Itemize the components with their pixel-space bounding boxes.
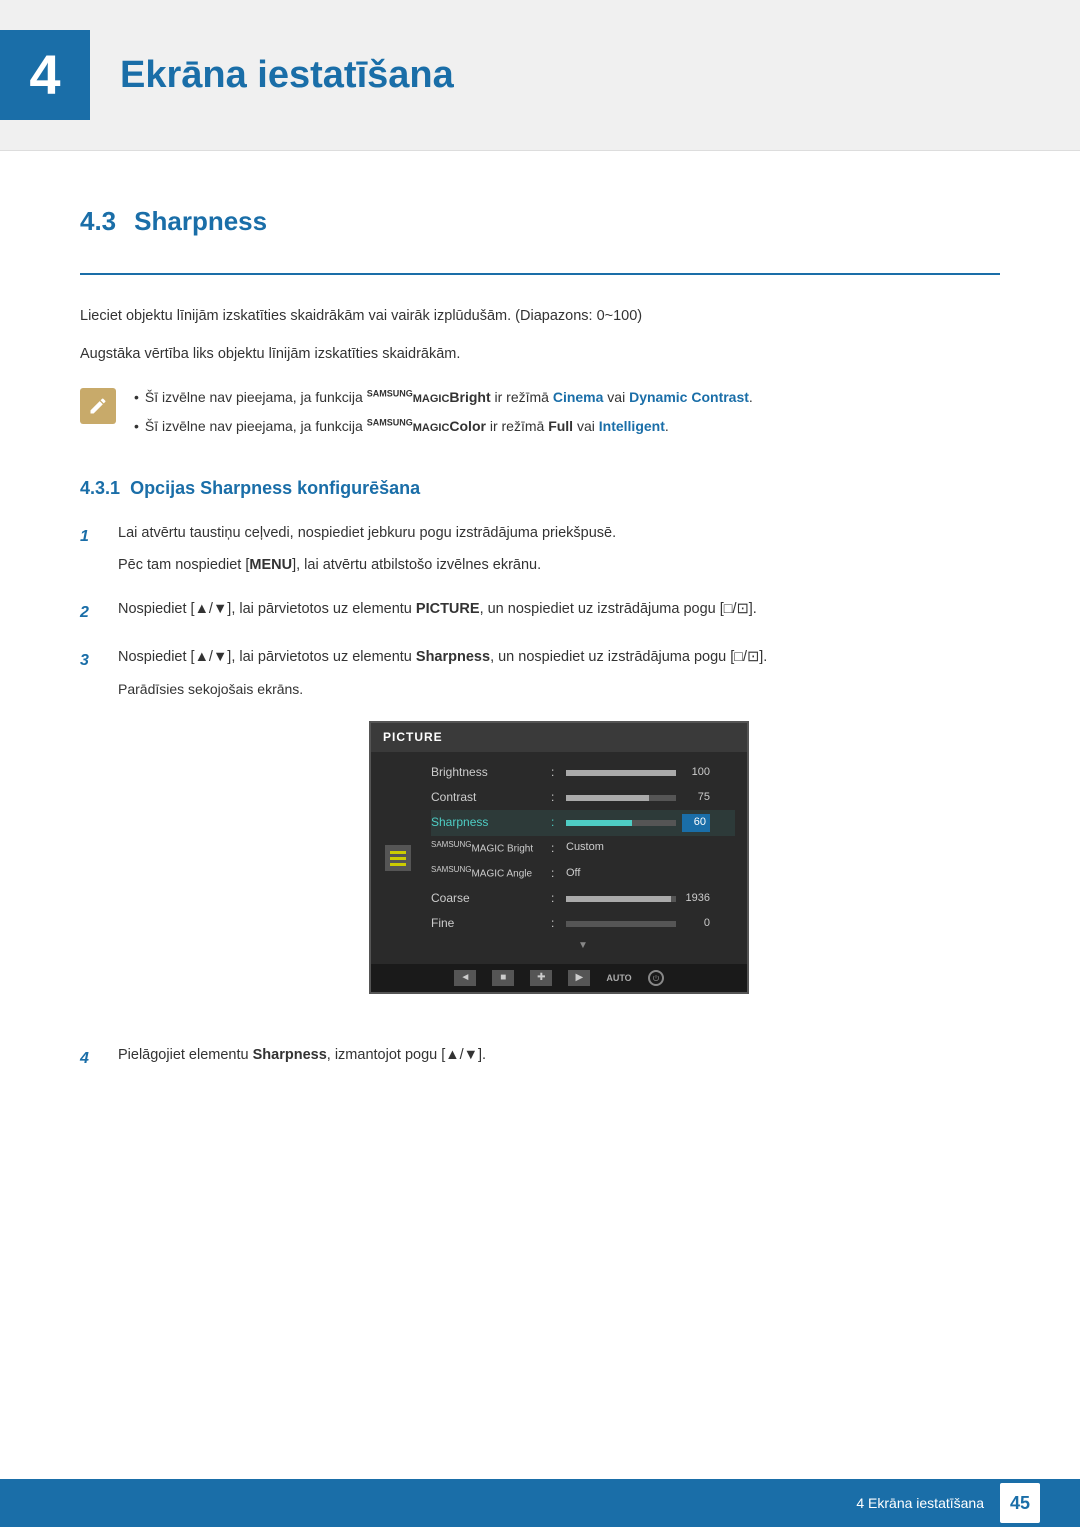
- step-content-2: Nospiediet [▲/▼], lai pārvietotos uz ele…: [118, 598, 1000, 622]
- menu-row-brightness: Brightness : 100: [431, 760, 735, 785]
- menu-bar-fine: 0: [566, 915, 735, 933]
- bar-track-coarse: [566, 896, 676, 902]
- step-item-3: 3 Nospiediet [▲/▼], lai pārvietotos uz e…: [80, 646, 1000, 1025]
- bar-value-fine: 0: [682, 915, 710, 933]
- menu-bar-contrast: 75: [566, 789, 735, 807]
- bar-track-fine: [566, 921, 676, 927]
- chapter-title: Ekrāna iestatīšana: [120, 45, 454, 106]
- menu-label-sharpness: Sharpness: [431, 813, 551, 832]
- step-item-4: 4 Pielāgojiet elementu Sharpness, izmant…: [80, 1044, 1000, 1072]
- screen-container: PICTURE: [118, 721, 1000, 995]
- bar-fill-contrast: [566, 795, 649, 801]
- ctrl-power: [648, 970, 664, 986]
- icon-bar-2: [390, 857, 406, 860]
- bar-track-contrast: [566, 795, 676, 801]
- menu-row-contrast: Contrast : 75: [431, 785, 735, 810]
- footer-chapter-text: 4 Ekrāna iestatīšana: [856, 1492, 984, 1514]
- bar-fill-coarse: [566, 896, 671, 902]
- step-number-2: 2: [80, 600, 98, 626]
- ctrl-forward: ▶: [568, 970, 590, 986]
- bar-value-contrast: 75: [682, 789, 710, 807]
- step-item-2: 2 Nospiediet [▲/▼], lai pārvietotos uz e…: [80, 598, 1000, 626]
- ctrl-auto: AUTO: [606, 971, 631, 985]
- note-line-2: Šī izvēlne nav pieejama, ja funkcija SAM…: [134, 415, 1000, 438]
- step-number-4: 4: [80, 1046, 98, 1072]
- bar-value-sharpness: 60: [682, 814, 710, 832]
- chapter-number-block: 4: [0, 30, 90, 120]
- steps-list: 1 Lai atvērtu taustiņu ceļvedi, nospiedi…: [80, 522, 1000, 1072]
- page-footer: 4 Ekrāna iestatīšana 45: [0, 1479, 1080, 1527]
- menu-bar-sharpness: 60: [566, 814, 735, 832]
- note-icon: [80, 388, 116, 424]
- bar-value-coarse: 1936: [682, 890, 710, 908]
- ctrl-black: ■: [492, 970, 514, 986]
- intro-text-2: Augstāka vērtība liks objektu līnijām iz…: [80, 343, 1000, 367]
- bar-value-brightness: 100: [682, 764, 710, 782]
- monitor-title-bar: PICTURE: [371, 723, 747, 752]
- section-divider: [80, 273, 1000, 275]
- menu-bar-coarse: 1936: [566, 890, 735, 908]
- scroll-indicator: ▼: [431, 938, 735, 954]
- menu-side-icon: [385, 845, 411, 871]
- menu-value-magic-angle: Off: [566, 865, 735, 883]
- step-text-1: Lai atvērtu taustiņu ceļvedi, nospiediet…: [118, 522, 1000, 546]
- pencil-icon: [88, 396, 108, 416]
- menu-row-coarse: Coarse : 1936: [431, 886, 735, 911]
- step-number-3: 3: [80, 648, 98, 674]
- step-text-3: Nospiediet [▲/▼], lai pārvietotos uz ele…: [118, 646, 1000, 670]
- menu-label-coarse: Coarse: [431, 889, 551, 908]
- ctrl-plus: ✚: [530, 970, 552, 986]
- icon-bar-3: [390, 863, 406, 866]
- monitor-screen: PICTURE: [369, 721, 749, 995]
- note-lines: Šī izvēlne nav pieejama, ja funkcija SAM…: [134, 386, 1000, 443]
- subsection-heading: 4.3.1 Opcijas Sharpness konfigurēšana: [80, 474, 1000, 503]
- chapter-number: 4: [29, 47, 60, 103]
- step-number-1: 1: [80, 524, 98, 550]
- note-line-1: Šī izvēlne nav pieejama, ja funkcija SAM…: [134, 386, 1000, 409]
- ctrl-back: ◄: [454, 970, 476, 986]
- intro-text-1: Lieciet objektu līnijām izskatīties skai…: [80, 305, 1000, 329]
- step-text-2: Nospiediet [▲/▼], lai pārvietotos uz ele…: [118, 598, 1000, 622]
- bar-track-brightness: [566, 770, 676, 776]
- power-icon: [652, 974, 660, 982]
- icon-bar-1: [390, 851, 406, 854]
- menu-bar-brightness: 100: [566, 764, 735, 782]
- menu-row-sharpness: Sharpness : 60: [431, 810, 735, 835]
- menu-row-magic-angle: SAMSUNGMAGIC Angle : Off: [431, 861, 735, 886]
- bar-fill-brightness: [566, 770, 676, 776]
- step-content-4: Pielāgojiet elementu Sharpness, izmantoj…: [118, 1044, 1000, 1068]
- step-sub-3: Parādīsies sekojošais ekrāns.: [118, 678, 1000, 701]
- step-content-3: Nospiediet [▲/▼], lai pārvietotos uz ele…: [118, 646, 1000, 1025]
- monitor-controls: ◄ ■ ✚ ▶ AUTO: [371, 964, 747, 992]
- menu-label-contrast: Contrast: [431, 788, 551, 807]
- menu-row-fine: Fine : 0: [431, 911, 735, 936]
- section-heading: 4.3 Sharpness: [80, 201, 1000, 243]
- monitor-body: Brightness : 100: [371, 752, 747, 964]
- page-header: 4 Ekrāna iestatīšana: [0, 0, 1080, 151]
- bar-fill-sharpness: [566, 820, 632, 826]
- menu-label-brightness: Brightness: [431, 763, 551, 782]
- bar-track-sharpness: [566, 820, 676, 826]
- menu-label-magic-angle: SAMSUNGMAGIC Angle: [431, 864, 551, 882]
- menu-label-magic-bright: SAMSUNGMAGIC Bright: [431, 839, 551, 857]
- section-title: Sharpness: [134, 201, 267, 243]
- menu-value-magic-bright: Custom: [566, 839, 735, 857]
- icon-bars: [390, 851, 406, 866]
- main-content: 4.3 Sharpness Lieciet objektu līnijām iz…: [0, 151, 1080, 1172]
- footer-page-number: 45: [1000, 1483, 1040, 1523]
- step-content-1: Lai atvērtu taustiņu ceļvedi, nospiediet…: [118, 522, 1000, 578]
- step-sub-1: Pēc tam nospiediet [MENU], lai atvērtu a…: [118, 554, 1000, 578]
- step-text-4: Pielāgojiet elementu Sharpness, izmantoj…: [118, 1044, 1000, 1068]
- section-number: 4.3: [80, 201, 116, 243]
- menu-label-fine: Fine: [431, 914, 551, 933]
- step-item-1: 1 Lai atvērtu taustiņu ceļvedi, nospiedi…: [80, 522, 1000, 578]
- note-block: Šī izvēlne nav pieejama, ja funkcija SAM…: [80, 386, 1000, 443]
- menu-row-magic-bright: SAMSUNGMAGIC Bright : Custom: [431, 836, 735, 861]
